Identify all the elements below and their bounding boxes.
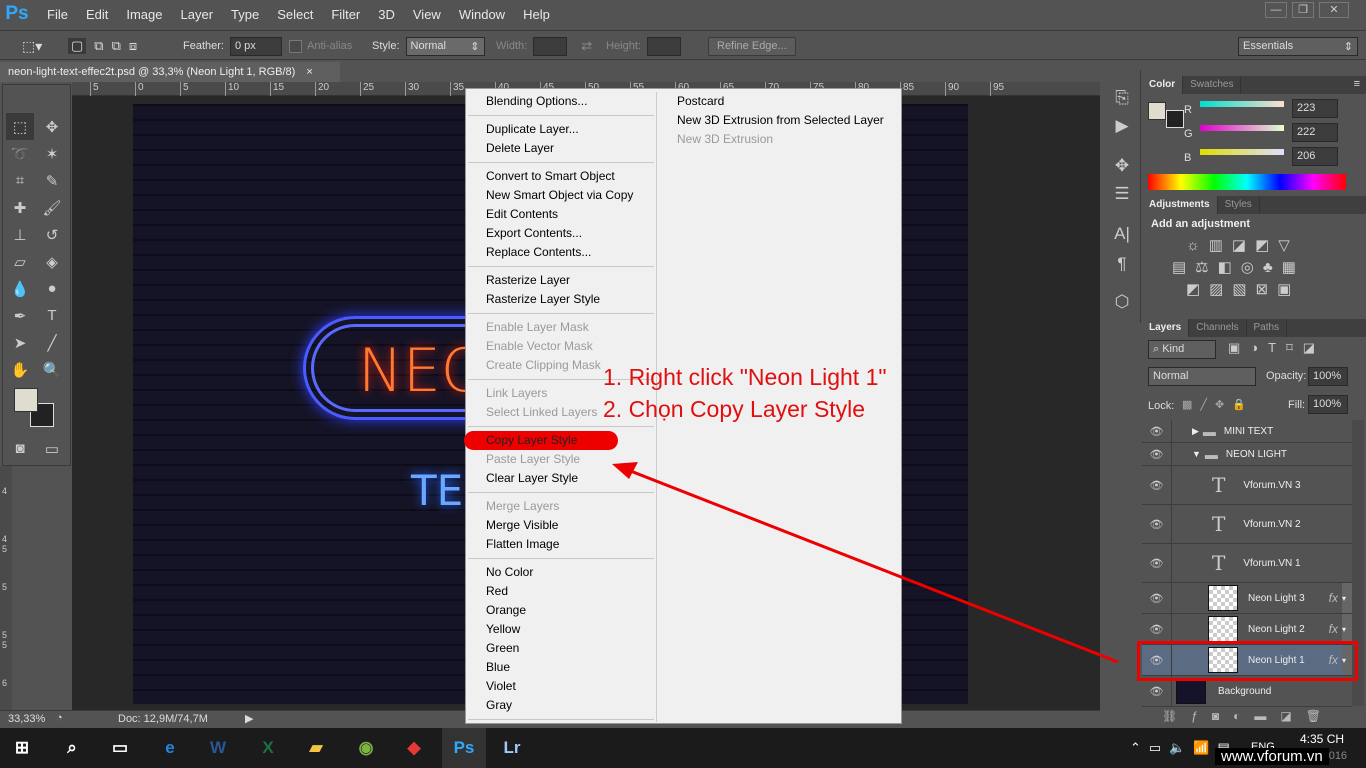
word-icon[interactable]: W	[196, 728, 240, 768]
search-icon[interactable]: ⌕	[50, 728, 94, 768]
foxit-icon[interactable]: ◆	[392, 728, 436, 768]
taskbar: ⊞ ⌕ ▭ e W X ▰ ◉ ◆ Ps Lr ⌃▭🔈📶▤ ENG 4:35 C…	[0, 728, 1366, 768]
coccoc-icon[interactable]: ◉	[344, 728, 388, 768]
arrow-line	[627, 468, 1119, 664]
task-view-icon[interactable]: ▭	[98, 728, 142, 768]
watermark: www.vforum.vn	[1215, 748, 1329, 765]
lightroom-icon[interactable]: Lr	[490, 728, 534, 768]
excel-icon[interactable]: X	[246, 728, 290, 768]
clock-time[interactable]: 4:35 CH	[1300, 732, 1344, 746]
photoshop-taskbar-icon[interactable]: Ps	[442, 728, 486, 768]
arrow-head	[612, 462, 638, 479]
start-button[interactable]: ⊞	[0, 728, 44, 768]
annotation-arrow	[612, 462, 1119, 664]
edge-icon[interactable]: e	[148, 728, 192, 768]
file-explorer-icon[interactable]: ▰	[294, 728, 338, 768]
